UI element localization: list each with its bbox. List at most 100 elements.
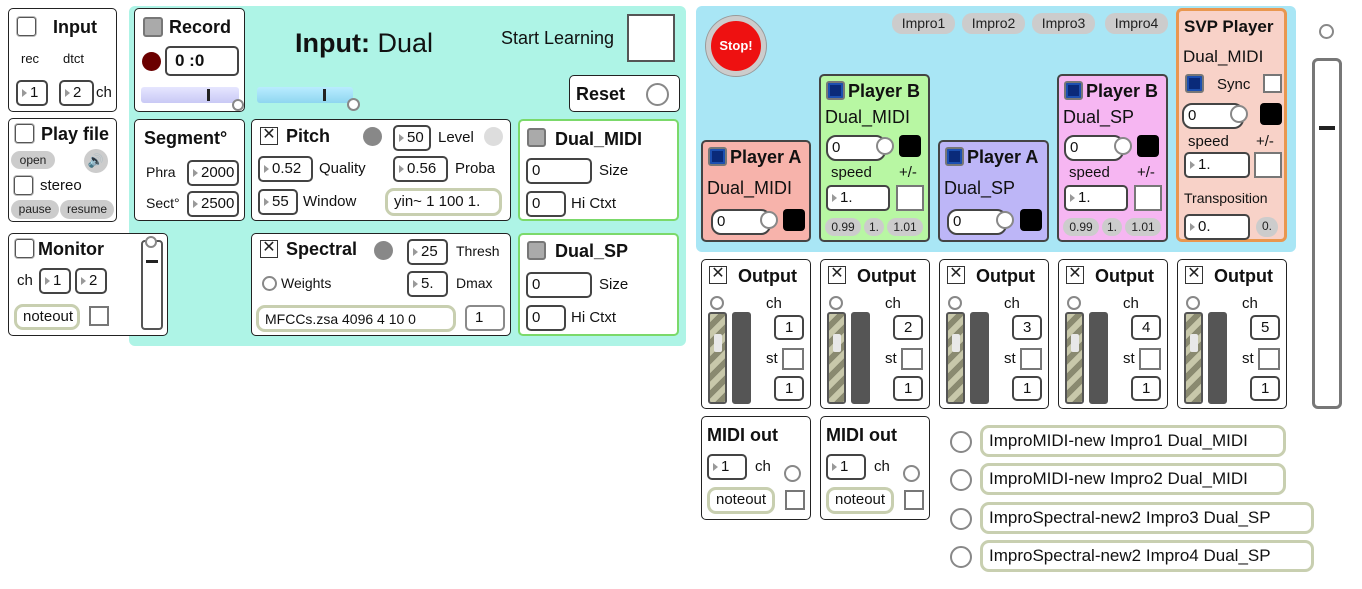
output-meter-knob[interactable] xyxy=(1067,296,1081,310)
monitor-ch2-number[interactable]: 2 xyxy=(75,268,107,294)
impro4-tab[interactable]: Impro4 xyxy=(1105,13,1168,34)
input-checkbox[interactable] xyxy=(17,17,36,36)
midiout-ch-number[interactable]: 1 xyxy=(826,454,866,480)
svp-speed[interactable]: 1. xyxy=(1184,152,1250,178)
player-a-midi-knob[interactable] xyxy=(760,211,778,229)
output-ch-number[interactable]: 5 xyxy=(1250,315,1280,340)
output-checkbox[interactable] xyxy=(1066,266,1084,284)
master-volume-slider[interactable] xyxy=(1312,58,1342,409)
speaker-icon[interactable]: 🔊 xyxy=(84,149,108,173)
player-a-sp-knob[interactable] xyxy=(996,211,1014,229)
output-out-number[interactable]: 1 xyxy=(1012,376,1042,401)
output-level-slider[interactable] xyxy=(1184,312,1203,404)
resume-button[interactable]: resume xyxy=(60,200,114,219)
dual-midi-toggle[interactable] xyxy=(527,128,546,147)
output-checkbox[interactable] xyxy=(709,266,727,284)
input-ch2-number[interactable]: 2 xyxy=(59,80,94,106)
message-trigger-button[interactable] xyxy=(950,431,972,453)
output-level-slider[interactable] xyxy=(827,312,846,404)
monitor-noteout-toggle[interactable] xyxy=(89,306,109,326)
master-volume-knob[interactable] xyxy=(1319,24,1334,39)
input-ch1-number[interactable]: 1 xyxy=(16,80,48,106)
midiout-ch-number[interactable]: 1 xyxy=(707,454,747,480)
start-learning-button[interactable] xyxy=(627,14,675,62)
output-checkbox[interactable] xyxy=(947,266,965,284)
player-a-midi-toggle[interactable] xyxy=(708,147,727,166)
pause-button[interactable]: pause xyxy=(11,200,59,219)
player-b-sp-preset-099[interactable]: 0.99 xyxy=(1063,218,1099,236)
message-trigger-button[interactable] xyxy=(950,508,972,530)
reset-button[interactable]: Reset xyxy=(569,75,680,112)
player-b-midi-button[interactable] xyxy=(899,135,921,157)
player-b-sp-preset-1[interactable]: 1. xyxy=(1102,218,1122,236)
output-meter-knob[interactable] xyxy=(948,296,962,310)
svp-knob[interactable] xyxy=(1230,105,1248,123)
open-button[interactable]: open xyxy=(11,151,55,169)
message-box[interactable]: ImproSpectral-new2 Impro3 Dual_SP xyxy=(980,502,1314,534)
spectral-checkbox[interactable] xyxy=(260,240,278,258)
output-st-checkbox[interactable] xyxy=(901,348,923,370)
output-out-number[interactable]: 1 xyxy=(1131,376,1161,401)
output-checkbox[interactable] xyxy=(1185,266,1203,284)
message-box[interactable]: ImproMIDI-new Impro1 Dual_MIDI xyxy=(980,425,1286,457)
playfile-checkbox[interactable] xyxy=(15,124,34,143)
player-b-midi-toggle[interactable] xyxy=(826,81,845,100)
player-b-midi-knob[interactable] xyxy=(876,137,894,155)
player-b-sp-pm-button[interactable] xyxy=(1134,185,1162,211)
svp-toggle[interactable] xyxy=(1185,74,1204,93)
pitch-checkbox[interactable] xyxy=(260,127,278,145)
output-out-number[interactable]: 1 xyxy=(774,376,804,401)
output-ch-number[interactable]: 3 xyxy=(1012,315,1042,340)
output-st-checkbox[interactable] xyxy=(1258,348,1280,370)
output-checkbox[interactable] xyxy=(828,266,846,284)
dual-sp-toggle[interactable] xyxy=(527,241,546,260)
thresh-number[interactable]: 25 xyxy=(407,239,448,265)
message-trigger-button[interactable] xyxy=(950,469,972,491)
svp-transposition[interactable]: 0. xyxy=(1184,214,1250,240)
proba-number[interactable]: 0.56 xyxy=(393,156,448,182)
output-st-checkbox[interactable] xyxy=(1139,348,1161,370)
output-ch-number[interactable]: 4 xyxy=(1131,315,1161,340)
stop-button[interactable]: Stop! xyxy=(706,16,766,76)
player-b-midi-speed[interactable]: 1. xyxy=(826,185,890,211)
dmax-number[interactable]: 5. xyxy=(407,271,448,297)
player-b-sp-button[interactable] xyxy=(1137,135,1159,157)
dual-midi-size-number[interactable]: 0 xyxy=(526,158,592,184)
level-number[interactable]: 50 xyxy=(393,125,431,151)
impro1-tab[interactable]: Impro1 xyxy=(892,13,955,34)
player-b-sp-speed[interactable]: 1. xyxy=(1064,185,1128,211)
weights-radio[interactable] xyxy=(262,276,277,291)
message-box[interactable]: ImproSpectral-new2 Impro4 Dual_SP xyxy=(980,540,1314,572)
yin-message[interactable]: yin~ 1 100 1. xyxy=(385,188,502,216)
output-level-slider[interactable] xyxy=(708,312,727,404)
output-level-slider[interactable] xyxy=(1065,312,1084,404)
midiout-noteout-toggle[interactable] xyxy=(785,490,805,510)
player-b-sp-knob[interactable] xyxy=(1114,137,1132,155)
midiout-noteout[interactable]: noteout xyxy=(707,487,775,514)
player-b-sp-preset-101[interactable]: 1.01 xyxy=(1125,218,1161,236)
player-b-midi-preset-1[interactable]: 1. xyxy=(864,218,884,236)
output-out-number[interactable]: 1 xyxy=(893,376,923,401)
mfcc-message[interactable]: MFCCs.zsa 4096 4 10 0 xyxy=(256,305,456,332)
output-ch-number[interactable]: 1 xyxy=(774,315,804,340)
player-a-sp-toggle[interactable] xyxy=(945,147,964,166)
dual-sp-size-number[interactable]: 0 xyxy=(526,272,592,298)
midiout-noteout-toggle[interactable] xyxy=(904,490,924,510)
impro2-tab[interactable]: Impro2 xyxy=(962,13,1025,34)
svp-transposition-reset[interactable]: 0. xyxy=(1256,217,1278,237)
svp-button[interactable] xyxy=(1260,103,1282,125)
svp-sync-checkbox[interactable] xyxy=(1263,74,1282,93)
svp-pm-button[interactable] xyxy=(1254,152,1282,178)
stereo-checkbox[interactable] xyxy=(14,176,33,195)
record-toggle[interactable] xyxy=(143,17,163,37)
record-knob[interactable] xyxy=(232,99,244,111)
mfcc-number[interactable]: 1 xyxy=(465,305,505,331)
monitor-ch1-number[interactable]: 1 xyxy=(39,268,71,294)
midiout-noteout[interactable]: noteout xyxy=(826,487,894,514)
monitor-noteout[interactable]: noteout xyxy=(14,304,80,330)
record-slider[interactable] xyxy=(141,87,239,103)
monitor-volume-slider[interactable] xyxy=(141,240,163,330)
player-b-midi-preset-101[interactable]: 1.01 xyxy=(887,218,923,236)
phra-number[interactable]: 2000 xyxy=(187,160,239,186)
input-level-slider[interactable] xyxy=(257,87,353,103)
